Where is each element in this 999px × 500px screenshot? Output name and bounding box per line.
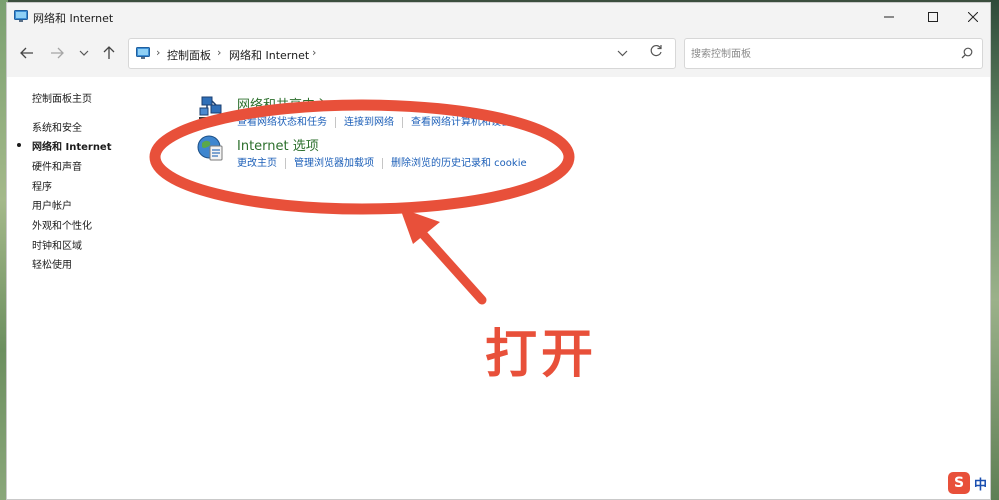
active-indicator-dot (17, 143, 21, 147)
view-network-computers-link[interactable]: 查看网络计算机和设备 (411, 117, 511, 128)
up-arrow-icon (103, 46, 115, 59)
close-icon (968, 12, 978, 22)
internet-options-globe-icon (197, 135, 223, 161)
window-title: 网络和 Internet (33, 12, 114, 25)
view-network-status-link[interactable]: 查看网络状态和任务 (237, 117, 327, 128)
control-panel-window: 网络和 Internet › 控制面板 › 网络和 Internet › 搜索控… (6, 2, 991, 500)
search-input[interactable] (691, 45, 951, 63)
navigation-bar: › 控制面板 › 网络和 Internet › (7, 31, 990, 77)
control-panel-icon (14, 10, 28, 22)
network-sharing-links: 查看网络状态和任务 连接到网络 查看网络计算机和设备 (237, 113, 511, 128)
breadcrumb-separator: › (312, 46, 317, 59)
minimize-button[interactable] (867, 3, 911, 31)
back-button[interactable] (17, 43, 37, 63)
address-bar[interactable]: › 控制面板 › 网络和 Internet › (128, 38, 676, 69)
sidebar-item-network-internet[interactable]: 网络和 Internet (32, 138, 112, 153)
search-icon[interactable] (961, 47, 973, 62)
sidebar-item-user-accounts[interactable]: 用户帐户 (32, 197, 72, 212)
sidebar-item-control-panel-home[interactable]: 控制面板主页 (32, 90, 92, 105)
sidebar-item-appearance[interactable]: 外观和个性化 (32, 217, 92, 232)
network-sharing-icon (199, 96, 223, 119)
network-sharing-center-title[interactable]: 网络和共享中心 (237, 94, 328, 113)
link-separator (285, 157, 286, 169)
internet-options-links: 更改主页 管理浏览器加载项 删除浏览的历史记录和 cookie (237, 154, 527, 169)
sidebar: 控制面板主页 系统和安全 网络和 Internet 硬件和声音 程序 用户帐户 … (7, 77, 187, 497)
title-bar[interactable]: 网络和 Internet (7, 3, 990, 31)
refresh-icon (650, 44, 662, 57)
link-separator (382, 157, 383, 169)
forward-button[interactable] (47, 43, 67, 63)
sidebar-item-system-security[interactable]: 系统和安全 (32, 119, 82, 134)
forward-arrow-icon (51, 47, 64, 59)
breadcrumb-separator: › (217, 46, 222, 59)
manage-addons-link[interactable]: 管理浏览器加载项 (294, 158, 374, 169)
delete-history-link[interactable]: 删除浏览的历史记录和 cookie (391, 158, 527, 169)
connect-to-network-link[interactable]: 连接到网络 (344, 117, 394, 128)
link-separator (335, 116, 336, 128)
up-button[interactable] (99, 43, 119, 63)
sidebar-item-programs[interactable]: 程序 (32, 178, 52, 193)
chevron-down-icon (79, 50, 89, 56)
link-separator (402, 116, 403, 128)
sidebar-item-clock-region[interactable]: 时钟和区域 (32, 237, 82, 252)
recent-locations-button[interactable] (74, 43, 94, 63)
maximize-icon (928, 12, 938, 22)
chevron-down-icon (617, 50, 628, 57)
annotation-open-text: 打开 (485, 325, 598, 385)
internet-options-title[interactable]: Internet 选项 (237, 135, 319, 154)
search-box[interactable] (684, 38, 983, 69)
control-panel-icon (136, 47, 150, 59)
ime-indicator[interactable]: S 中 (948, 472, 996, 496)
address-dropdown-button[interactable] (617, 47, 628, 60)
breadcrumb-separator: › (156, 46, 161, 59)
breadcrumb-network-internet[interactable]: 网络和 Internet (229, 47, 309, 63)
network-sharing-center-group: 网络和共享中心 查看网络状态和任务 连接到网络 查看网络计算机和设备 (197, 93, 697, 129)
breadcrumb-control-panel[interactable]: 控制面板 (167, 47, 211, 63)
desktop-wallpaper-right (990, 0, 999, 500)
maximize-button[interactable] (911, 3, 955, 31)
minimize-icon (884, 16, 894, 18)
refresh-button[interactable] (649, 44, 663, 62)
sidebar-item-hardware-sound[interactable]: 硬件和声音 (32, 158, 82, 173)
internet-options-group: Internet 选项 更改主页 管理浏览器加载项 删除浏览的历史记录和 cooki… (197, 134, 697, 170)
close-button[interactable] (951, 3, 995, 31)
back-arrow-icon (20, 47, 33, 59)
ime-language-indicator[interactable]: 中 (974, 474, 987, 493)
sidebar-item-ease-of-access[interactable]: 轻松使用 (32, 256, 72, 271)
change-homepage-link[interactable]: 更改主页 (237, 158, 277, 169)
sogou-ime-icon: S (948, 472, 970, 494)
